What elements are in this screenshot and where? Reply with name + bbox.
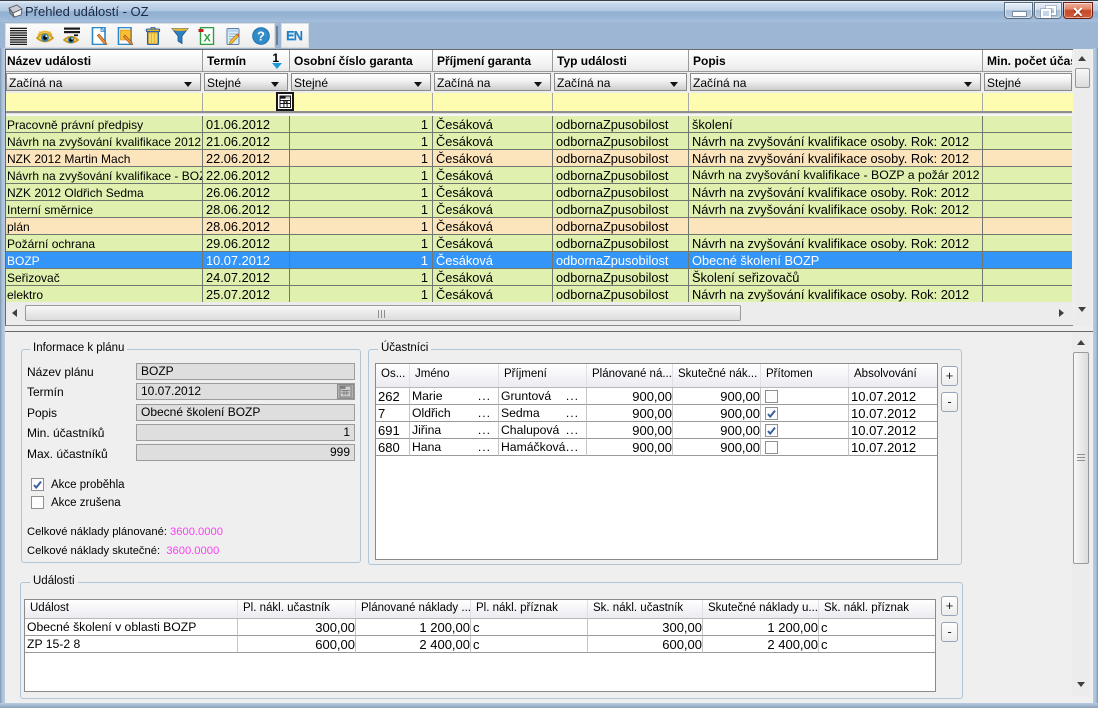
svg-text:X: X: [204, 33, 212, 45]
svg-text:?: ?: [257, 29, 265, 43]
